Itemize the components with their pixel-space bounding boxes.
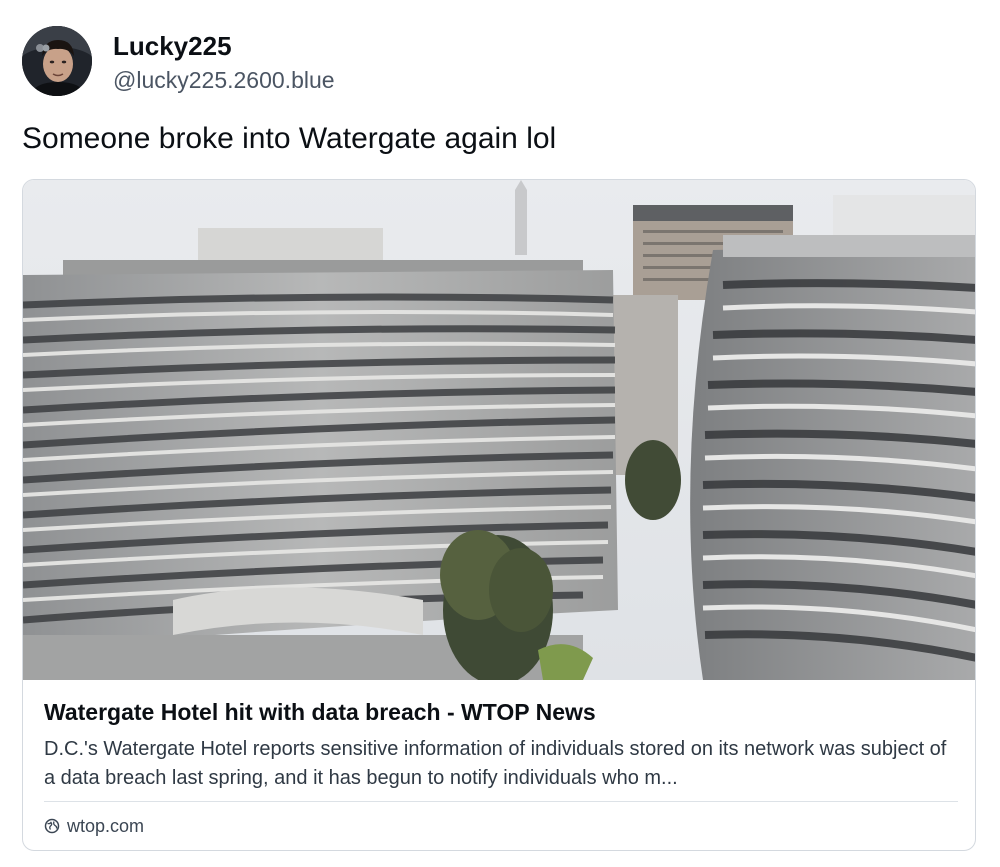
link-preview-card[interactable]: Watergate Hotel hit with data breach - W… (22, 179, 976, 851)
article-thumbnail-image (23, 180, 975, 680)
author-avatar[interactable] (22, 26, 92, 96)
globe-icon (44, 818, 60, 834)
card-divider (44, 801, 958, 802)
article-title[interactable]: Watergate Hotel hit with data breach - W… (44, 697, 596, 727)
post-text: Someone broke into Watergate again lol (22, 122, 557, 155)
article-description: D.C.'s Watergate Hotel reports sensitive… (44, 738, 947, 789)
author-handle[interactable]: @lucky225.2600.blue (113, 65, 335, 95)
user-avatar-icon (22, 26, 92, 96)
post: Lucky225 @lucky225.2600.blue Someone bro… (0, 0, 1000, 867)
author-display-name[interactable]: Lucky225 (113, 30, 232, 62)
article-domain[interactable]: wtop.com (44, 812, 144, 840)
article-domain-label: wtop.com (67, 815, 145, 836)
